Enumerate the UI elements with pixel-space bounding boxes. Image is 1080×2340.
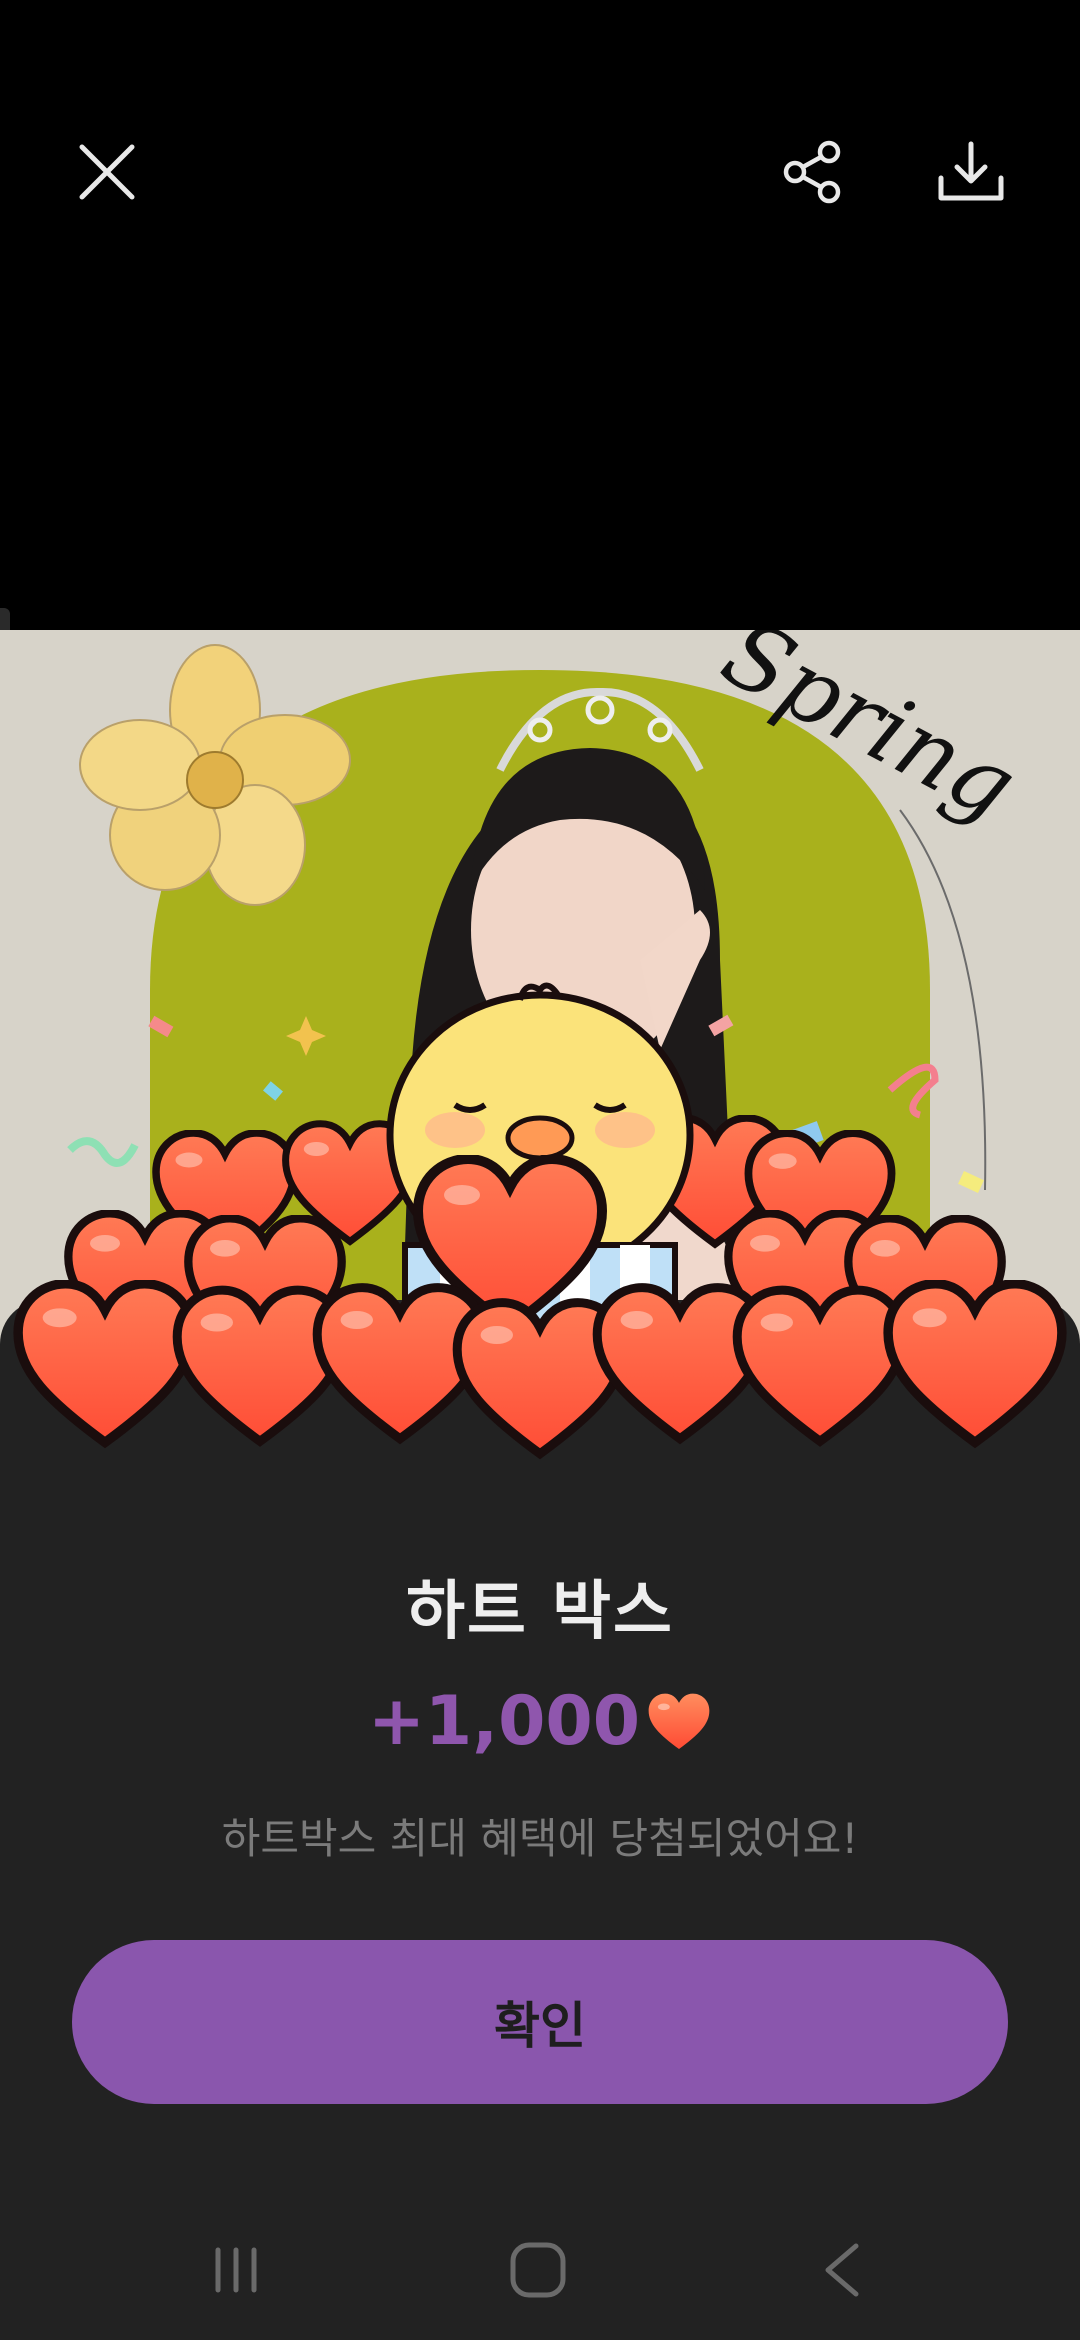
heart-box-illustration <box>0 982 1080 1500</box>
share-button[interactable] <box>758 117 868 227</box>
back-button[interactable] <box>782 2220 902 2320</box>
share-icon <box>783 140 841 204</box>
confirm-button[interactable]: 확인 <box>72 1940 1008 2104</box>
download-icon <box>938 141 1004 201</box>
back-icon <box>825 2243 859 2297</box>
recents-button[interactable] <box>176 2220 296 2320</box>
recents-icon <box>215 2247 257 2293</box>
close-icon <box>79 144 135 200</box>
close-button[interactable] <box>52 117 162 227</box>
top-bar <box>0 0 1080 630</box>
heart-icon <box>648 1693 710 1749</box>
reward-message: 하트박스 최대 혜택에 당첨되었어요! <box>221 1814 859 1863</box>
reward-amount: +1,000 <box>367 1682 641 1761</box>
reward-amount-row: +1,000 <box>0 1682 1080 1761</box>
reward-title: 하트 박스 <box>406 1575 674 1649</box>
home-icon <box>510 2242 566 2298</box>
home-button[interactable] <box>478 2220 598 2320</box>
download-button[interactable] <box>916 117 1026 227</box>
